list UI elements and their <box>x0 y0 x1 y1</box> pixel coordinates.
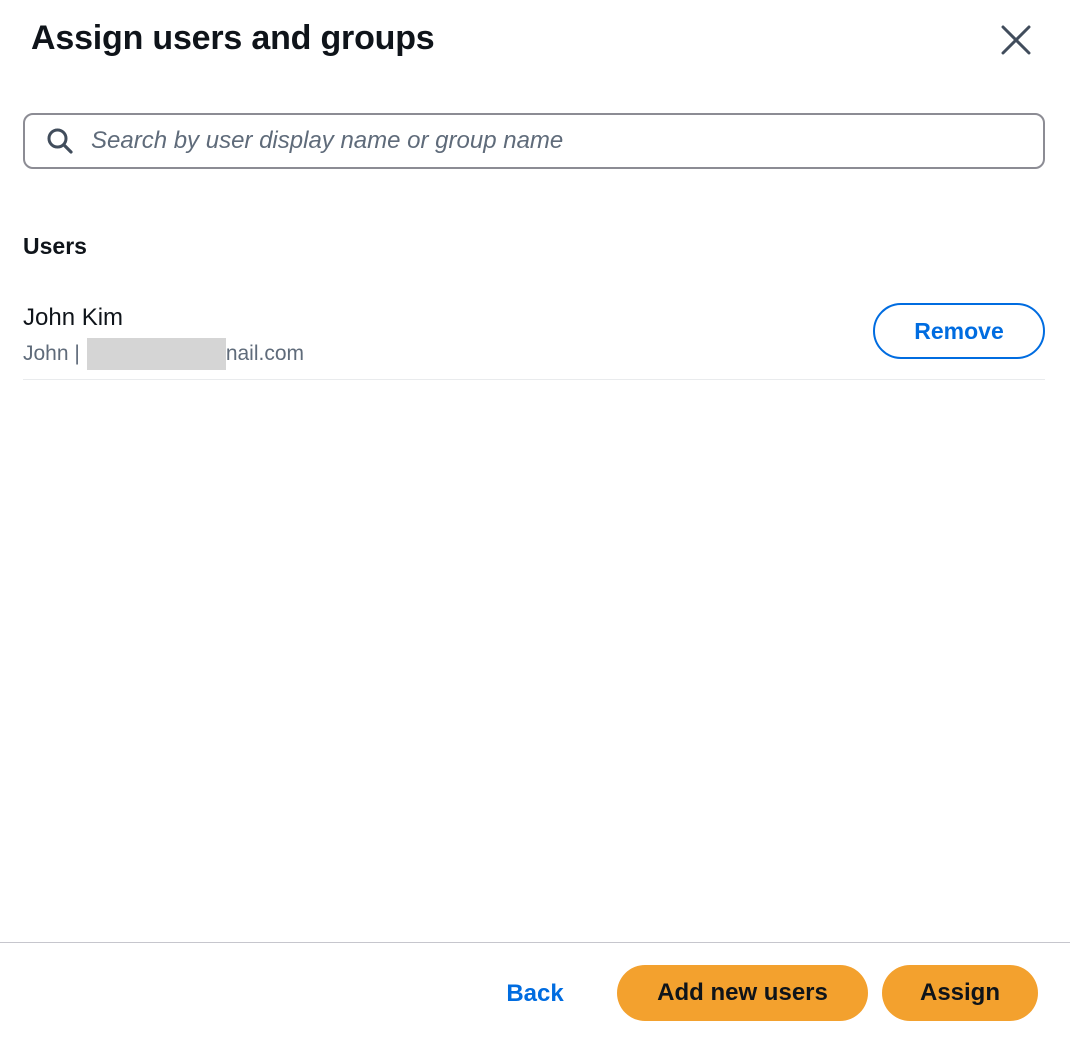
modal-title: Assign users and groups <box>31 19 435 57</box>
assign-button[interactable]: Assign <box>882 965 1038 1021</box>
user-detail-suffix: nail.com <box>225 342 305 365</box>
user-list-item: John Kim John | nail.com Remove <box>23 300 1045 380</box>
search-box[interactable] <box>23 113 1045 169</box>
user-detail: John | nail.com <box>23 338 304 370</box>
user-display-name: John Kim <box>23 304 124 331</box>
search-input[interactable] <box>89 126 1027 156</box>
users-section-heading: Users <box>23 233 87 259</box>
close-button[interactable] <box>996 20 1036 60</box>
search-icon <box>45 126 75 156</box>
close-icon <box>1001 25 1031 55</box>
back-button[interactable]: Back <box>496 966 574 1022</box>
remove-user-button[interactable]: Remove <box>873 303 1045 359</box>
add-new-users-button[interactable]: Add new users <box>617 965 868 1021</box>
redacted-email-block <box>86 338 226 370</box>
user-detail-prefix: John | <box>23 342 80 365</box>
assign-users-modal: Assign users and groups Users John Kim J… <box>0 0 1070 1042</box>
footer-divider <box>0 942 1070 943</box>
